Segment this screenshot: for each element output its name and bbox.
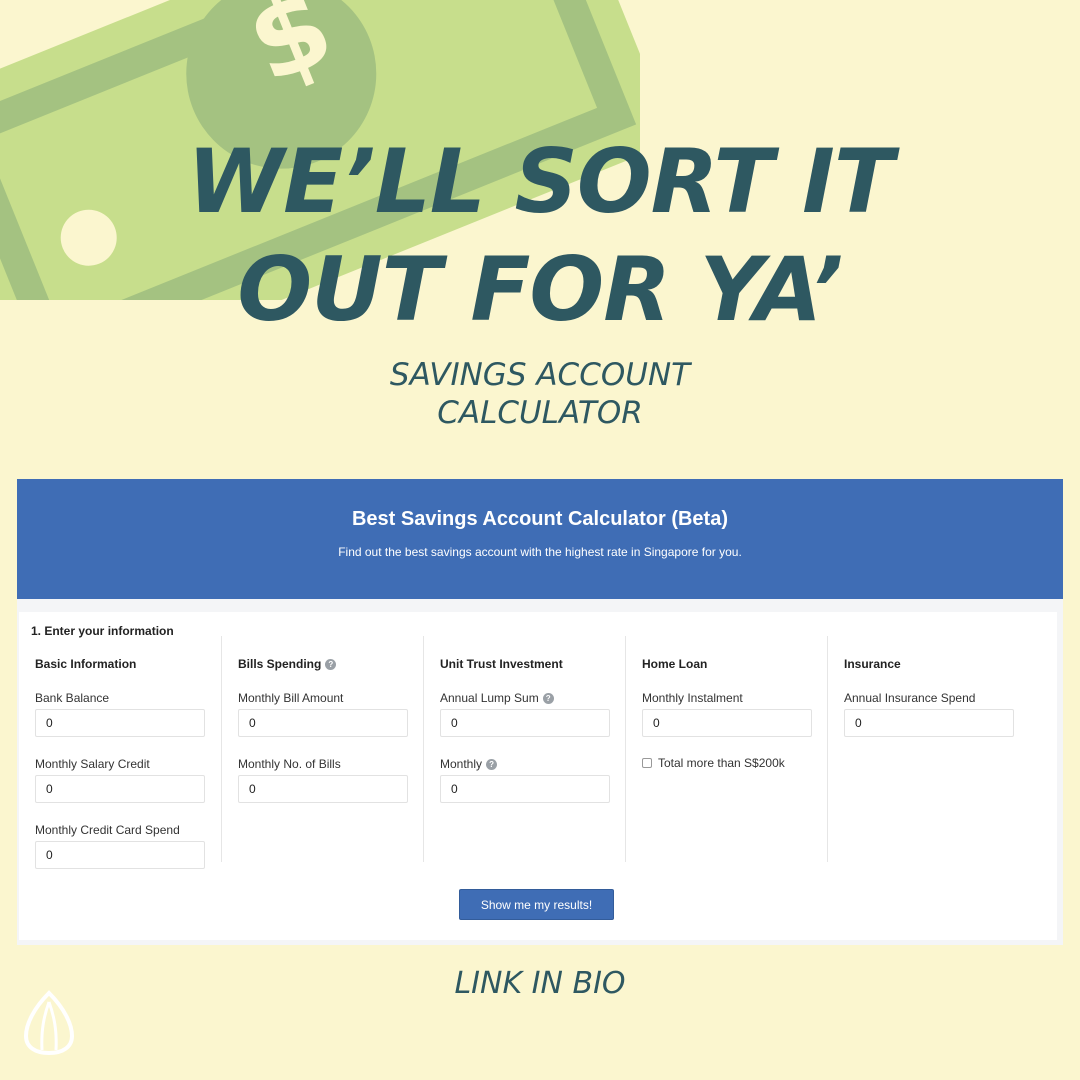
bills-spending-column: Bills Spending ? Monthly Bill Amount 0 M… [221, 636, 423, 862]
headline-line-1: WE’LL SORT IT [187, 130, 894, 233]
calculator-subtitle: Find out the best savings account with t… [338, 545, 742, 559]
loan-over-200k-option[interactable]: Total more than S$200k [642, 756, 827, 770]
column-heading: Home Loan [642, 656, 827, 672]
question-circle-icon[interactable]: ? [486, 758, 498, 770]
calculator-title: Best Savings Account Calculator (Beta) [351, 508, 728, 530]
calculator-screenshot: Best Savings Account Calculator (Beta) F… [17, 479, 1063, 945]
field-label: Monthly No. of Bills [238, 757, 341, 771]
monthly-investment-field: Monthly ? 0 [440, 757, 625, 803]
loan-over-200k-checkbox[interactable] [642, 758, 652, 768]
insurance-spend-input[interactable]: 0 [844, 709, 1014, 737]
field-label: Monthly Credit Card Spend [35, 823, 180, 837]
link-in-bio-text: LINK IN BIO [454, 966, 626, 1001]
subheadline-line-1: SAVINGS ACCOUNT [389, 357, 691, 393]
show-results-button[interactable]: Show me my results! [459, 889, 614, 920]
column-heading: Unit Trust Investment [440, 656, 625, 672]
lump-sum-input[interactable]: 0 [440, 709, 610, 737]
insurance-spend-field: Annual Insurance Spend 0 [844, 691, 1029, 737]
field-label: Bank Balance [35, 691, 110, 705]
column-heading: Bills Spending ? [238, 656, 423, 672]
seed-logo-icon [23, 990, 75, 1056]
form-columns: Basic Information Bank Balance 0 Monthly… [19, 636, 1029, 869]
field-label: Annual Lump Sum ? [440, 691, 625, 705]
column-heading-label: Unit Trust Investment [440, 657, 563, 671]
column-heading-label: Bills Spending [238, 657, 322, 671]
salary-credit-field: Monthly Salary Credit 0 [35, 757, 221, 803]
bank-balance-input[interactable]: 0 [35, 709, 205, 737]
subheadline-line-2: CALCULATOR [437, 395, 643, 431]
credit-card-spend-input[interactable]: 0 [35, 841, 205, 869]
monthly-investment-input[interactable]: 0 [440, 775, 610, 803]
field-label: Monthly Bill Amount [238, 691, 344, 705]
insurance-column: Insurance Annual Insurance Spend 0 [827, 636, 1029, 862]
bill-amount-field: Monthly Bill Amount 0 [238, 691, 423, 737]
column-heading-label: Insurance [844, 657, 901, 671]
field-label: Annual Insurance Spend [844, 691, 976, 705]
num-bills-input[interactable]: 0 [238, 775, 408, 803]
calculator-header: Best Savings Account Calculator (Beta) F… [17, 479, 1063, 599]
field-label: Monthly Instalment [642, 691, 743, 705]
column-heading-label: Basic Information [35, 657, 137, 671]
bill-amount-input[interactable]: 0 [238, 709, 408, 737]
subheadline: SAVINGS ACCOUNT CALCULATOR [0, 356, 1080, 432]
question-circle-icon[interactable]: ? [325, 658, 337, 670]
field-label-text: Monthly [440, 757, 483, 771]
credit-card-spend-field: Monthly Credit Card Spend 0 [35, 823, 221, 869]
num-bills-field: Monthly No. of Bills 0 [238, 757, 423, 803]
column-heading: Insurance [844, 656, 1029, 672]
headline-line-2: OUT FOR YA’ [237, 238, 843, 341]
checkbox-label: Total more than S$200k [658, 756, 785, 770]
field-label: Monthly ? [440, 757, 625, 771]
lump-sum-field: Annual Lump Sum ? 0 [440, 691, 625, 737]
basic-information-column: Basic Information Bank Balance 0 Monthly… [19, 636, 221, 869]
field-label-text: Annual Lump Sum [440, 691, 539, 705]
instalment-input[interactable]: 0 [642, 709, 812, 737]
bank-balance-field: Bank Balance 0 [35, 691, 221, 737]
form-panel: 1. Enter your information Basic Informat… [19, 612, 1057, 940]
home-loan-column: Home Loan Monthly Instalment 0 Total mor… [625, 636, 827, 862]
salary-credit-input[interactable]: 0 [35, 775, 205, 803]
headline: WE’LL SORT IT OUT FOR YA’ [0, 128, 1080, 344]
column-heading-label: Home Loan [642, 657, 708, 671]
question-circle-icon[interactable]: ? [542, 692, 554, 704]
column-heading: Basic Information [35, 656, 221, 672]
field-label: Monthly Salary Credit [35, 757, 150, 771]
unit-trust-column: Unit Trust Investment Annual Lump Sum ? … [423, 636, 625, 862]
instalment-field: Monthly Instalment 0 [642, 691, 827, 737]
